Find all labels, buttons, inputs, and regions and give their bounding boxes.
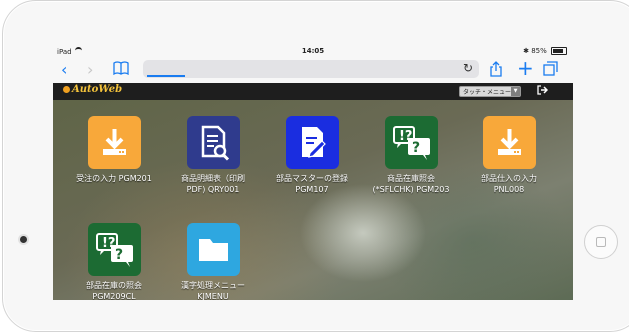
tile-stock-inquiry[interactable]: !?? 商品在庫照会 (*SFLCHK) PGM203: [368, 116, 454, 195]
svg-text:?: ?: [115, 247, 123, 263]
plus-icon[interactable]: +: [517, 58, 534, 78]
app-content: AutoWeb タッチ・メニュー ▼ 受注の入力 PGM201 商品明細表（印刷 …: [53, 83, 573, 300]
tile-product-report[interactable]: 商品明細表（印刷 PDF) QRY001: [170, 116, 256, 195]
tile-label: 受注の入力 PGM201: [76, 174, 152, 183]
menu-select[interactable]: タッチ・メニュー ▼: [459, 86, 521, 97]
tabs-icon[interactable]: [543, 61, 558, 80]
load-progress: [147, 75, 185, 77]
tile-label: 漢字処理メニュー KJMENU: [181, 281, 245, 300]
tile-order-entry[interactable]: 受注の入力 PGM201: [71, 116, 157, 184]
bookmarks-icon[interactable]: [113, 61, 129, 79]
chevron-left-icon[interactable]: ‹: [61, 61, 67, 79]
front-camera: [20, 236, 27, 243]
tile-label: 部品マスターの登録 PGM107: [276, 174, 348, 194]
home-button[interactable]: [584, 225, 618, 259]
logout-icon[interactable]: [537, 85, 549, 98]
tile-parts-purchase[interactable]: 部品仕入の入力 PNL008: [466, 116, 552, 195]
status-bar: iPad 14:05 ✱ 85%: [53, 44, 573, 58]
folder-icon: [186, 223, 240, 276]
battery-percent: 85%: [531, 47, 547, 55]
download-icon: [87, 116, 141, 169]
clock: 14:05: [301, 47, 325, 55]
svg-text:?: ?: [412, 140, 420, 156]
chevron-right-icon[interactable]: ›: [87, 61, 93, 79]
download-icon: [482, 116, 536, 169]
battery-icon: [551, 47, 567, 55]
share-icon[interactable]: [489, 61, 503, 81]
tile-label: 商品明細表（印刷 PDF) QRY001: [181, 174, 245, 194]
app-header: AutoWeb タッチ・メニュー ▼: [53, 83, 573, 100]
tile-parts-stock-inquiry[interactable]: !?? 部品在庫の照会 PGM209CL: [71, 223, 157, 300]
bluetooth-icon: ✱: [523, 47, 529, 55]
battery-indicator: ✱ 85%: [523, 47, 567, 55]
tile-parts-master[interactable]: 部品マスターの登録 PGM107: [269, 116, 355, 195]
tile-label: 部品仕入の入力 PNL008: [481, 174, 537, 194]
document-search-icon: [186, 116, 240, 169]
tile-label: 部品在庫の照会 PGM209CL: [86, 281, 142, 300]
question-chat-icon: !??: [384, 116, 438, 169]
question-chat-icon: !??: [87, 223, 141, 276]
address-bar[interactable]: ↻: [143, 60, 479, 78]
tile-label: 商品在庫照会 (*SFLCHK) PGM203: [372, 174, 450, 194]
tile-kanji-menu[interactable]: 漢字処理メニュー KJMENU: [170, 223, 256, 300]
edit-document-icon: [285, 116, 339, 169]
reload-icon[interactable]: ↻: [463, 61, 473, 75]
tablet-screen: iPad 14:05 ✱ 85% ‹ › ↻ + AutoWeb タッチ・メニュ…: [53, 44, 573, 300]
app-logo: AutoWeb: [63, 84, 122, 95]
browser-toolbar: ‹ › ↻ +: [53, 57, 573, 83]
